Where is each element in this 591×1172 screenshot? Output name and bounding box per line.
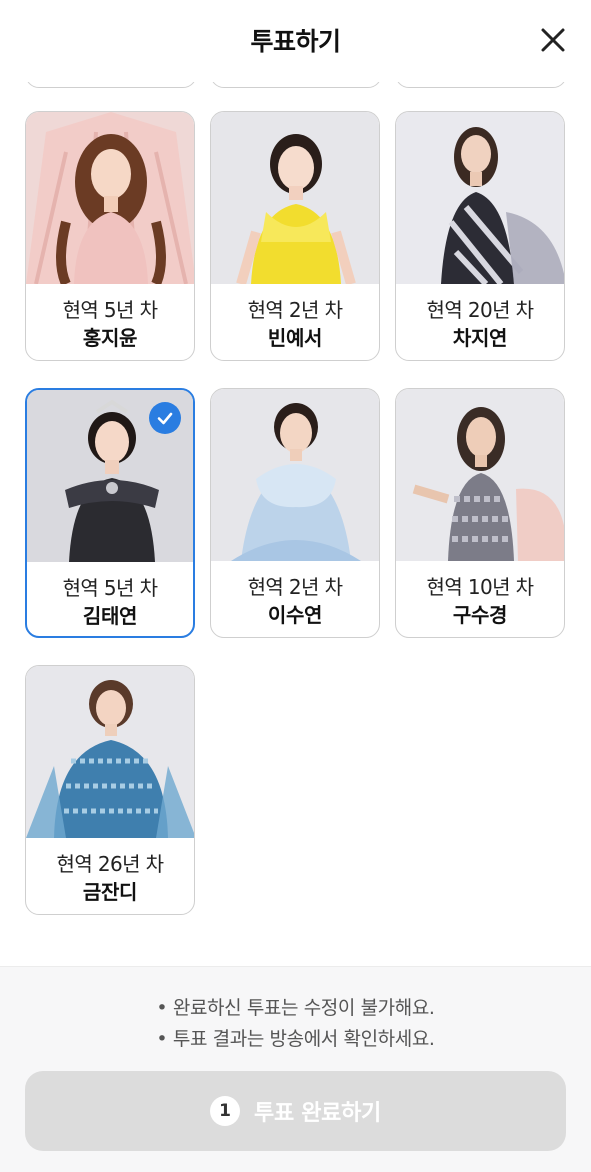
header: 투표하기 xyxy=(0,0,591,82)
candidate-photo xyxy=(211,112,379,284)
bottom-panel: • 완료하신 투표는 수정이 불가해요. • 투표 결과는 방송에서 확인하세요… xyxy=(0,966,591,1172)
check-icon xyxy=(157,412,173,425)
candidate-photo xyxy=(396,112,564,284)
close-icon xyxy=(541,28,565,52)
candidate-card[interactable]: 현역 26년 차 금잔디 xyxy=(25,665,195,915)
candidate-career: 현역 2년 차 xyxy=(247,298,343,322)
submit-vote-label: 투표 완료하기 xyxy=(254,1101,381,1126)
candidate-name: 차지연 xyxy=(452,326,508,350)
candidate-card[interactable]: 현역 10년 차 구수경 xyxy=(395,388,565,638)
candidate-card[interactable]: 현역 2년 차 이수연 xyxy=(210,388,380,638)
candidate-card-selected[interactable]: 현역 5년 차 김태연 xyxy=(25,388,195,638)
notice-text: • 투표 결과는 방송에서 확인하세요. xyxy=(156,1028,435,1050)
candidate-card[interactable]: 현역 20년 차 차지연 xyxy=(395,111,565,361)
candidate-card[interactable]: 현역 2년 차 빈예서 xyxy=(210,111,380,361)
candidate-career: 현역 5년 차 xyxy=(62,576,158,600)
candidate-photo xyxy=(211,389,379,561)
candidate-career: 현역 20년 차 xyxy=(426,298,535,322)
candidate-career: 현역 26년 차 xyxy=(56,852,165,876)
selection-count-badge: 1 xyxy=(210,1096,240,1126)
candidate-name: 금잔디 xyxy=(82,880,138,904)
candidate-name: 홍지윤 xyxy=(82,326,138,350)
candidate-photo xyxy=(396,389,564,561)
candidate-career: 현역 10년 차 xyxy=(426,575,535,599)
candidate-photo xyxy=(26,666,194,838)
candidate-career: 현역 5년 차 xyxy=(62,298,158,322)
candidate-name: 이수연 xyxy=(267,603,323,627)
page-title: 투표하기 xyxy=(250,27,341,56)
close-button[interactable] xyxy=(535,22,571,58)
candidate-photo xyxy=(26,112,194,284)
candidate-card[interactable]: 현역 5년 차 홍지윤 xyxy=(25,111,195,361)
candidate-name: 구수경 xyxy=(452,603,508,627)
candidate-name: 빈예서 xyxy=(267,326,323,350)
notice-text: • 완료하신 투표는 수정이 불가해요. xyxy=(156,997,435,1019)
candidate-name: 김태연 xyxy=(82,604,138,628)
candidate-career: 현역 2년 차 xyxy=(247,575,343,599)
submit-vote-button[interactable]: 1 투표 완료하기 xyxy=(25,1071,566,1151)
selected-check-badge xyxy=(149,402,181,434)
